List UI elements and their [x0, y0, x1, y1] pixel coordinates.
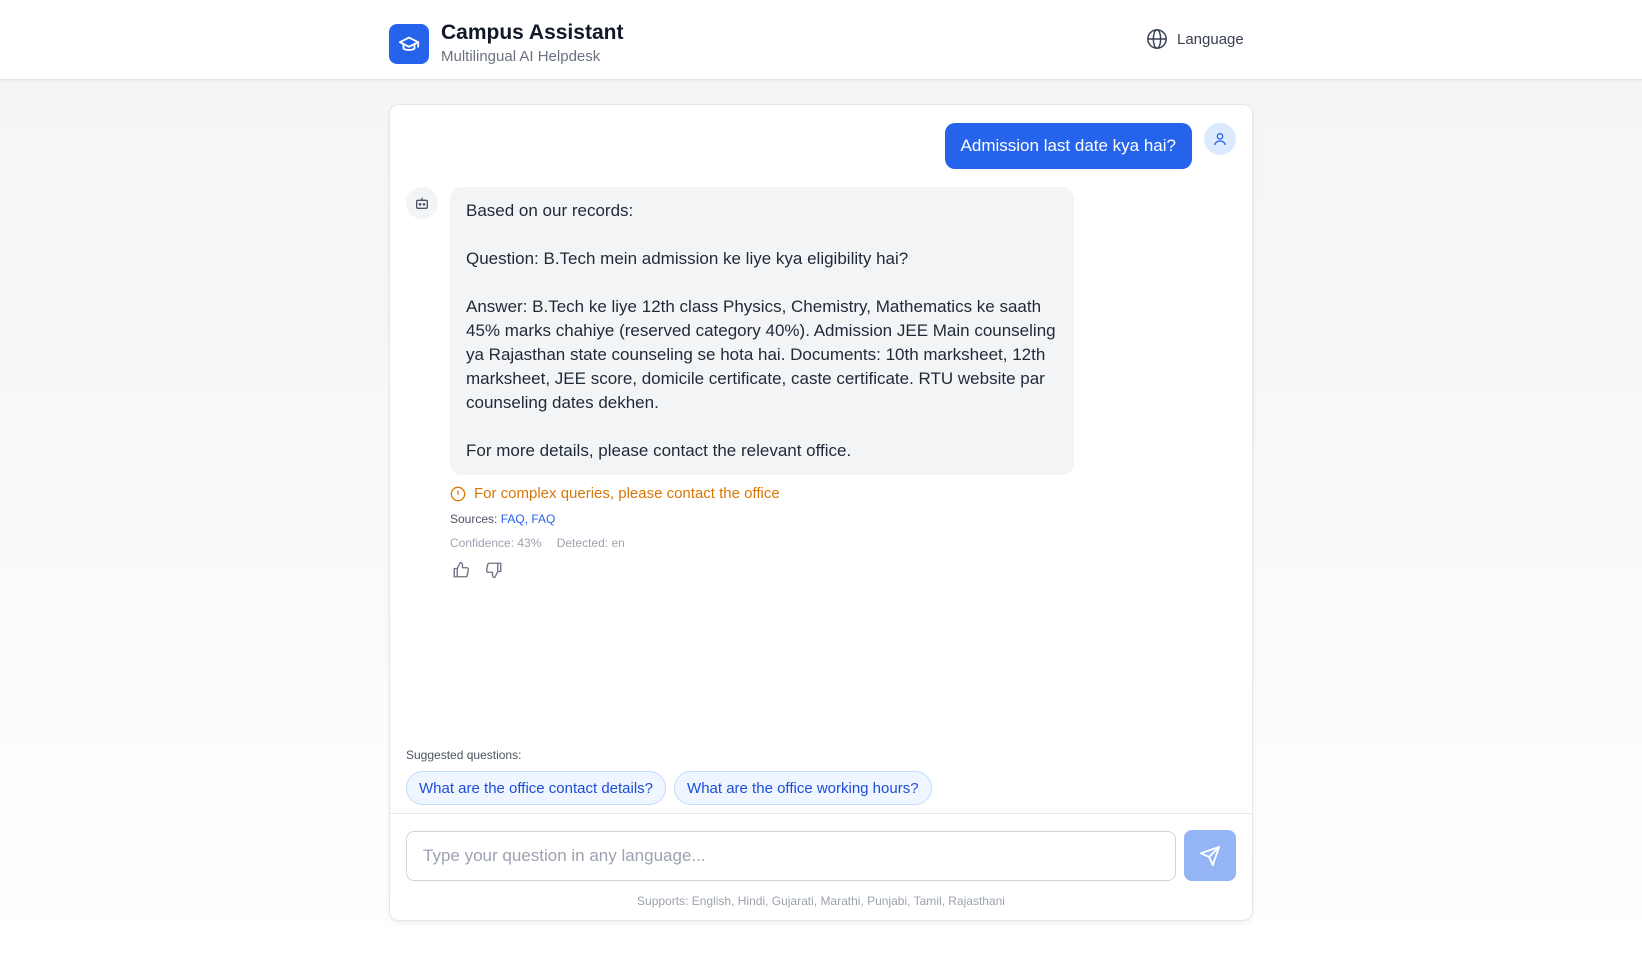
sources: Sources: FAQ, FAQ [450, 512, 555, 526]
suggestions-label: Suggested questions: [406, 748, 522, 762]
user-avatar-icon [1204, 123, 1236, 155]
question-input[interactable] [406, 831, 1176, 881]
supported-languages: Supports: English, Hindi, Gujarati, Mara… [637, 894, 1005, 908]
feedback-actions [452, 561, 518, 579]
brand: Campus Assistant Multilingual AI Helpdes… [389, 20, 623, 67]
language-label: Language [1177, 30, 1244, 48]
escalation-warning: For complex queries, please contact the … [450, 485, 780, 502]
sources-label: Sources: [450, 512, 498, 526]
composer: Supports: English, Hindi, Gujarati, Mara… [390, 813, 1252, 920]
graduation-cap-icon [389, 23, 429, 64]
suggestion-chip[interactable]: What are the office working hours? [674, 771, 932, 805]
message-meta: Confidence: 43% Detected: en [450, 536, 625, 550]
bot-message-bubble: Based on our records: Question: B.Tech m… [450, 187, 1074, 475]
language-button[interactable]: Language [1146, 28, 1244, 50]
top-bar: Campus Assistant Multilingual AI Helpdes… [0, 0, 1642, 80]
globe-icon [1147, 29, 1167, 49]
chat-panel: Admission last date kya hai? Based on ou… [389, 104, 1253, 921]
thumbs-up-icon[interactable] [452, 561, 470, 579]
suggestion-chips: What are the office contact details? Wha… [406, 771, 940, 805]
detected-language: Detected: en [556, 536, 625, 550]
bot-avatar-icon [406, 187, 438, 219]
suggestion-chip[interactable]: What are the office contact details? [406, 771, 667, 805]
app-title: Campus Assistant [441, 21, 624, 44]
send-icon [1199, 845, 1221, 866]
user-message-bubble: Admission last date kya hai? [944, 123, 1192, 169]
confidence-value: Confidence: 43% [450, 536, 542, 550]
warning-text: For complex queries, please contact the … [474, 485, 780, 502]
sources-links[interactable]: FAQ, FAQ [501, 512, 556, 526]
thumbs-down-icon[interactable] [485, 561, 503, 579]
app-subtitle: Multilingual AI Helpdesk [441, 48, 601, 65]
alert-circle-icon [450, 486, 466, 501]
send-button[interactable] [1184, 830, 1236, 881]
